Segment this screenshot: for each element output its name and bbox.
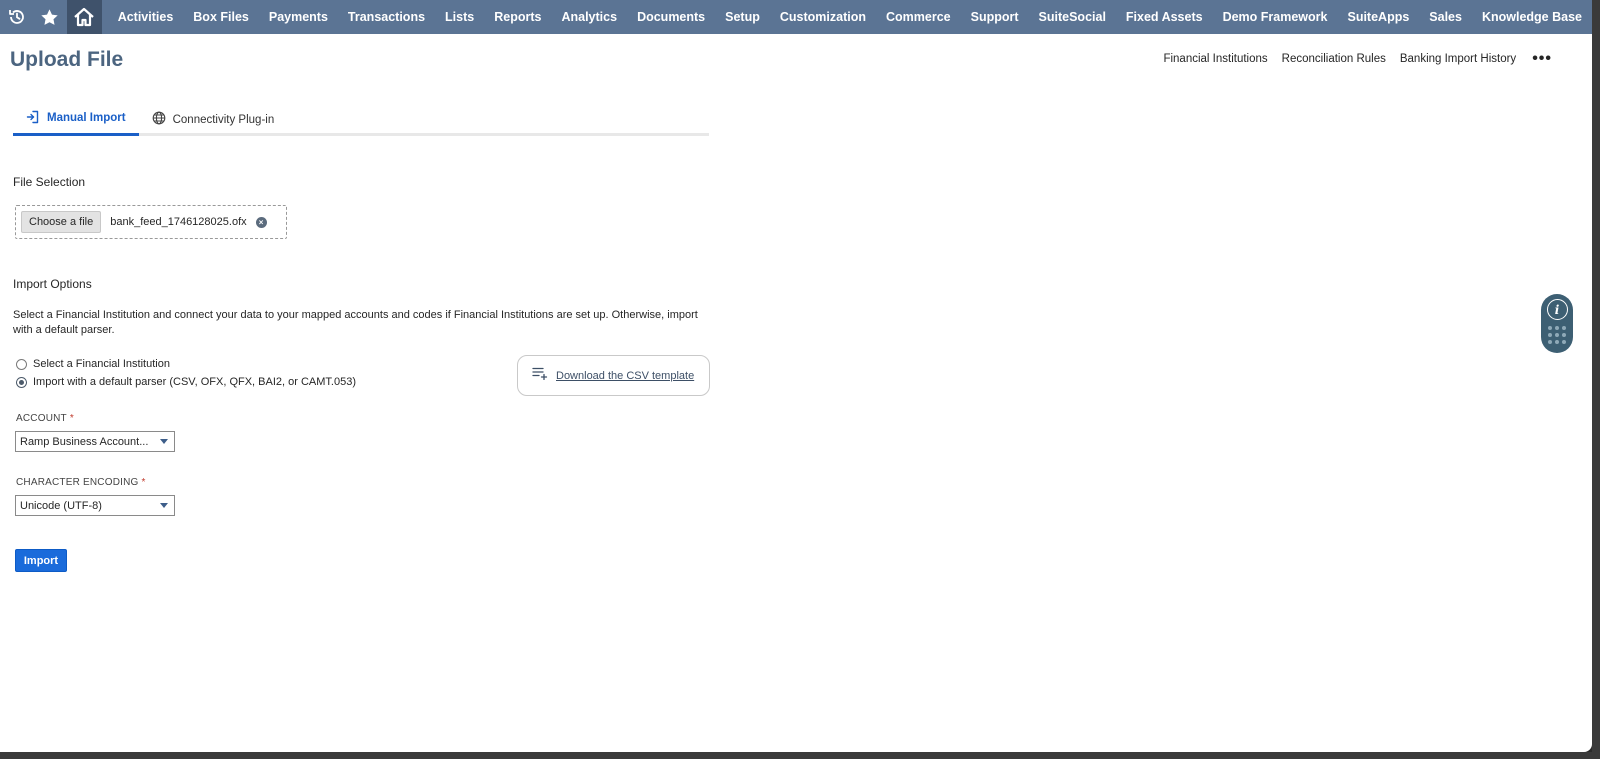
nav-item-reports[interactable]: Reports [484, 0, 551, 34]
app-window: Activities Box Files Payments Transactio… [0, 0, 1592, 752]
remove-file-icon[interactable]: × [255, 216, 267, 228]
radio-label: Import with a default parser (CSV, OFX, … [33, 376, 356, 388]
nav-item-activities[interactable]: Activities [108, 0, 184, 34]
radio-select-financial-institution[interactable]: Select a Financial Institution [16, 358, 170, 370]
character-encoding-label: CHARACTER ENCODING * [16, 477, 146, 488]
top-navigation-bar: Activities Box Files Payments Transactio… [0, 0, 1592, 34]
nav-item-suiteapps[interactable]: SuiteApps [1337, 0, 1419, 34]
nav-item-knowledge-base[interactable]: Knowledge Base [1472, 0, 1592, 34]
nav-item-transactions[interactable]: Transactions [338, 0, 435, 34]
selected-file-name: bank_feed_1746128025.ofx [110, 216, 247, 228]
tab-connectivity-plug-in-label: Connectivity Plug-in [172, 113, 275, 126]
nav-item-payments[interactable]: Payments [259, 0, 338, 34]
list-add-icon [532, 366, 548, 385]
nav-item-documents[interactable]: Documents [627, 0, 715, 34]
file-drop-zone[interactable]: Choose a file bank_feed_1746128025.ofx × [15, 205, 287, 239]
nav-item-commerce[interactable]: Commerce [876, 0, 961, 34]
tab-manual-import-label: Manual Import [47, 112, 126, 124]
banking-import-history-link[interactable]: Banking Import History [1400, 53, 1516, 65]
financial-institutions-link[interactable]: Financial Institutions [1163, 53, 1267, 65]
star-icon[interactable] [33, 0, 66, 34]
import-icon [26, 110, 40, 127]
globe-icon [152, 111, 166, 128]
help-widget: i [1541, 294, 1573, 353]
account-label-text: ACCOUNT [16, 413, 67, 424]
window-edge-right [1592, 0, 1600, 759]
nav-item-demo-framework[interactable]: Demo Framework [1213, 0, 1338, 34]
nav-item-sales[interactable]: Sales [1419, 0, 1472, 34]
nav-item-support[interactable]: Support [961, 0, 1029, 34]
download-csv-template-button[interactable]: Download the CSV template [517, 355, 710, 396]
radio-label: Select a Financial Institution [33, 358, 170, 370]
chevron-down-icon [160, 503, 168, 508]
window-edge-bottom [0, 752, 1600, 759]
nav-item-customization[interactable]: Customization [770, 0, 876, 34]
download-csv-template-label: Download the CSV template [556, 369, 695, 382]
tab-manual-import[interactable]: Manual Import [13, 106, 139, 136]
import-tabs: Manual Import Connectivity Plug-in [13, 106, 709, 136]
chevron-down-icon [160, 439, 168, 444]
account-select[interactable]: Ramp Business Account... [15, 431, 175, 452]
nav-item-box-files[interactable]: Box Files [183, 0, 259, 34]
nav-item-lists[interactable]: Lists [435, 0, 484, 34]
radio-default-parser[interactable]: Import with a default parser (CSV, OFX, … [16, 376, 356, 388]
drag-handle-icon[interactable] [1548, 326, 1566, 344]
header-links: Financial Institutions Reconciliation Ru… [1163, 51, 1552, 67]
nav-item-setup[interactable]: Setup [715, 0, 770, 34]
radio-button-checked[interactable] [16, 376, 27, 388]
reconciliation-rules-link[interactable]: Reconciliation Rules [1282, 53, 1386, 65]
account-label: ACCOUNT * [16, 413, 74, 424]
nav-item-fixed-assets[interactable]: Fixed Assets [1116, 0, 1213, 34]
file-selection-heading: File Selection [13, 175, 86, 189]
import-button[interactable]: Import [15, 549, 67, 572]
required-marker: * [141, 477, 146, 488]
nav-menu: Activities Box Files Payments Transactio… [108, 0, 1592, 34]
info-icon[interactable]: i [1546, 299, 1568, 320]
import-options-description: Select a Financial Institution and conne… [13, 309, 698, 336]
character-encoding-select-value: Unicode (UTF-8) [20, 499, 102, 512]
radio-button[interactable] [16, 358, 27, 370]
choose-file-button[interactable]: Choose a file [21, 211, 102, 233]
account-select-value: Ramp Business Account... [20, 435, 149, 448]
nav-item-analytics[interactable]: Analytics [551, 0, 627, 34]
character-encoding-label-text: CHARACTER ENCODING [16, 477, 139, 488]
tab-connectivity-plug-in[interactable]: Connectivity Plug-in [139, 106, 288, 133]
history-icon[interactable] [0, 0, 33, 34]
required-marker: * [69, 413, 74, 424]
home-icon[interactable] [66, 0, 102, 34]
more-options-icon[interactable]: ••• [1532, 51, 1552, 67]
page-title: Upload File [10, 48, 124, 71]
character-encoding-select[interactable]: Unicode (UTF-8) [15, 495, 175, 516]
nav-item-suitesocial[interactable]: SuiteSocial [1029, 0, 1116, 34]
import-options-heading: Import Options [13, 277, 92, 291]
